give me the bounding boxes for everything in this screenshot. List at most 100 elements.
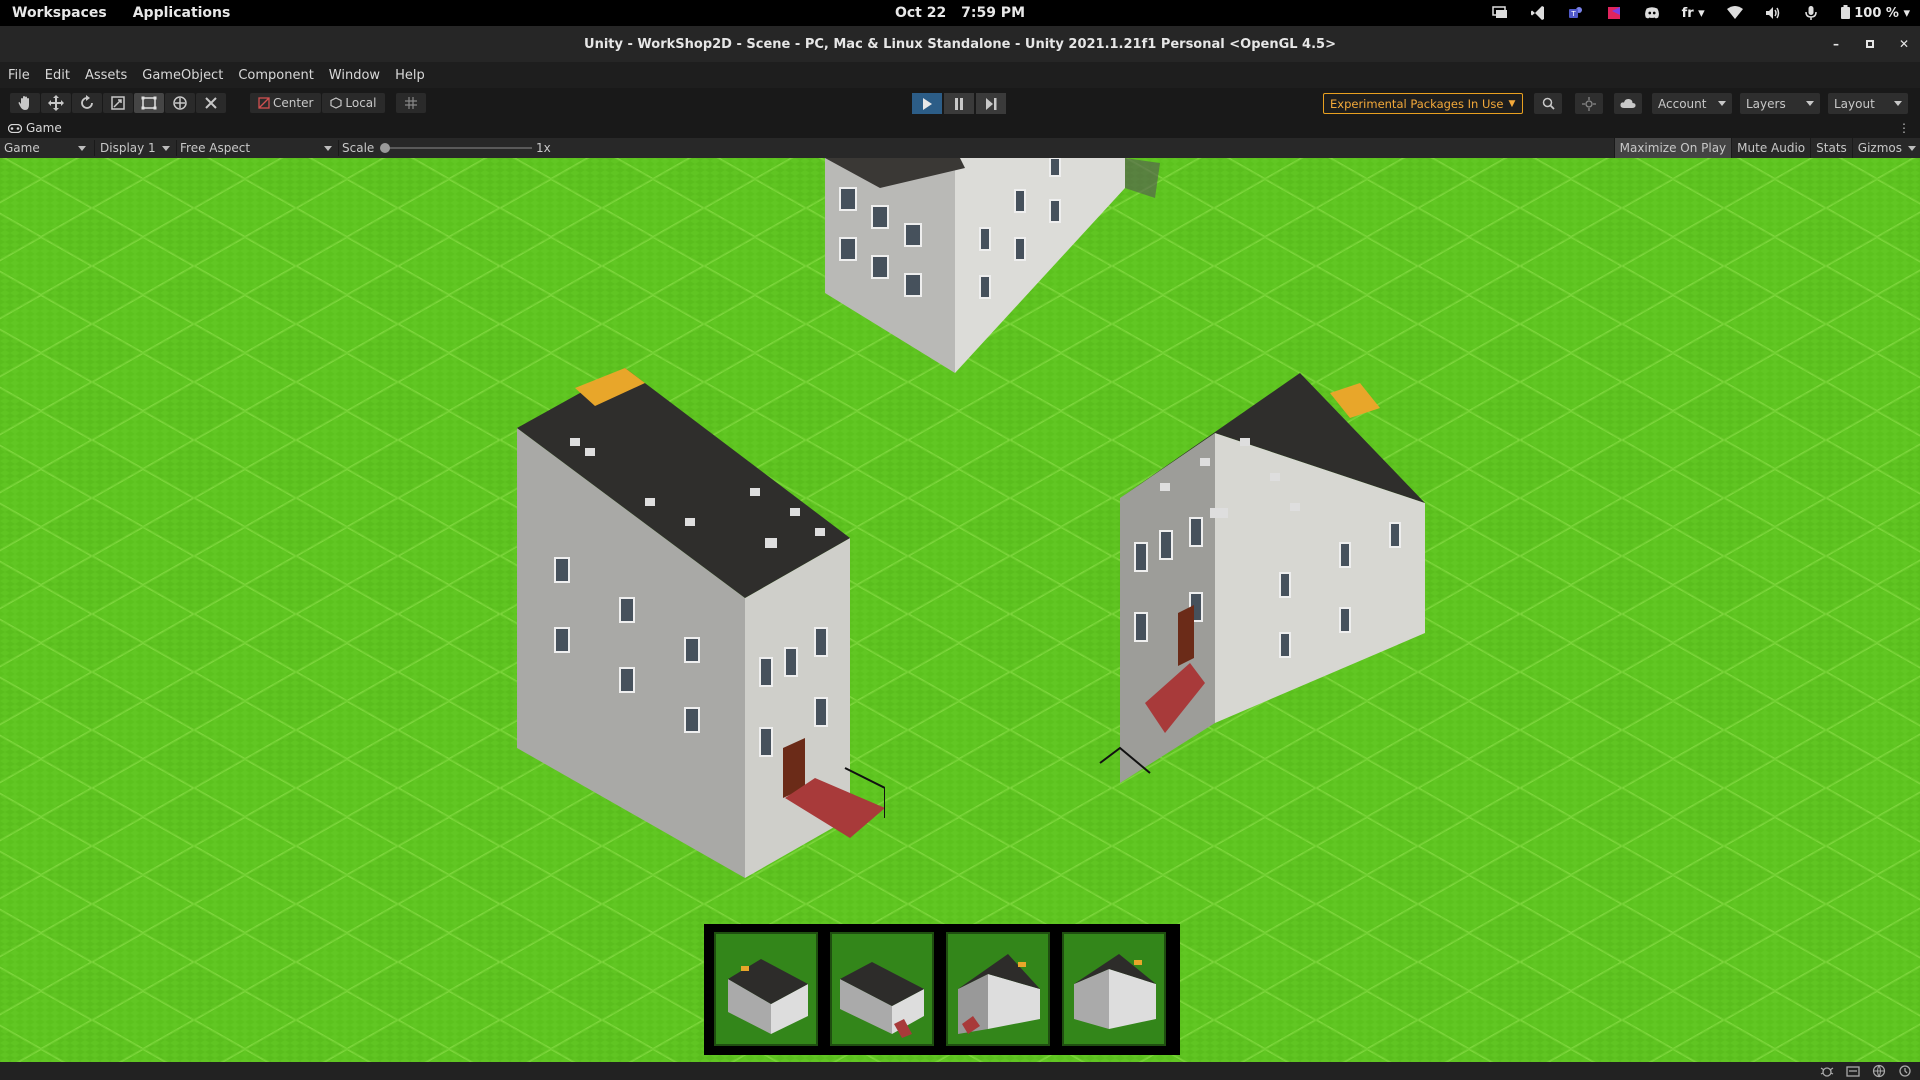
jetbrains-tray-icon[interactable] <box>1606 5 1622 21</box>
account-dropdown[interactable]: Account <box>1652 93 1732 114</box>
game-view-toggles: Maximize On Play Mute Audio Stats Gizmos <box>1613 138 1920 158</box>
building-right[interactable] <box>1090 283 1430 843</box>
display-label: Display 1 <box>100 141 156 155</box>
mute-audio-toggle[interactable]: Mute Audio <box>1731 138 1810 158</box>
battery-percent: 100 % <box>1854 6 1899 21</box>
maximize-icon[interactable] <box>1864 38 1876 50</box>
more-options-icon[interactable]: ⋮ <box>1898 121 1910 135</box>
chevron-down-icon <box>162 146 170 151</box>
building-selector-panel <box>704 924 1180 1055</box>
transform-tool-icon[interactable] <box>165 93 195 113</box>
building-slot-4[interactable] <box>1062 932 1166 1046</box>
scale-slider-thumb[interactable] <box>380 143 390 153</box>
scale-slider-track[interactable] <box>384 147 532 149</box>
building-thumbnail <box>1074 954 1156 1029</box>
vscode-tray-icon[interactable] <box>1530 5 1546 21</box>
menu-file[interactable]: File <box>8 68 30 83</box>
collab-icon <box>1582 96 1596 111</box>
building-slot-1[interactable] <box>714 932 818 1046</box>
os-date: Oct 22 <box>894 5 947 21</box>
account-label: Account <box>1658 96 1707 111</box>
teams-tray-icon[interactable]: T <box>1568 5 1584 21</box>
microphone-icon[interactable] <box>1803 5 1819 21</box>
battery-indicator[interactable]: 100 % ▾ <box>1840 5 1910 21</box>
menu-help[interactable]: Help <box>395 68 425 83</box>
os-top-bar: Workspaces Applications Oct 22 7:59 PM T… <box>0 0 1920 26</box>
workspaces-menu[interactable]: Workspaces <box>12 5 107 21</box>
experimental-packages-dropdown[interactable]: Experimental Packages In Use ▼ <box>1323 93 1523 114</box>
chevron-down-icon <box>1894 101 1902 106</box>
collab-button[interactable] <box>1575 93 1603 114</box>
pivot-center-label: Center <box>273 96 314 110</box>
cloud-icon <box>1620 98 1636 108</box>
move-tool-icon[interactable] <box>41 93 71 113</box>
game-view-toolbar: Game Display 1 Free Aspect Scale 1x Maxi… <box>0 138 1920 158</box>
building-thumbnail <box>958 954 1040 1034</box>
display-dropdown[interactable]: Display 1 <box>96 138 174 158</box>
main-toolbar: Center Local Experimental Packages In Us… <box>0 88 1920 118</box>
building-slot-3[interactable] <box>946 932 1050 1046</box>
chevron-down-icon: ▼ <box>1508 98 1516 109</box>
aspect-dropdown[interactable]: Free Aspect <box>176 138 336 158</box>
chevron-down-icon <box>1908 146 1916 151</box>
menu-window[interactable]: Window <box>329 68 380 83</box>
scale-value: 1x <box>536 141 551 155</box>
volume-icon[interactable] <box>1765 5 1781 21</box>
gizmos-toggle[interactable]: Gizmos <box>1851 138 1920 158</box>
rotate-tool-icon[interactable] <box>72 93 102 113</box>
stats-toggle[interactable]: Stats <box>1810 138 1852 158</box>
aspect-label: Free Aspect <box>180 141 251 155</box>
building-slot-2[interactable] <box>830 932 934 1046</box>
menu-bar: File Edit Assets GameObject Component Wi… <box>0 62 1920 88</box>
step-button[interactable] <box>976 93 1006 114</box>
scale-tool-icon[interactable] <box>103 93 133 113</box>
minimize-icon[interactable]: – <box>1830 37 1842 51</box>
menu-assets[interactable]: Assets <box>85 68 127 83</box>
custom-tool-icon[interactable] <box>196 93 226 113</box>
close-icon[interactable]: ✕ <box>1898 37 1910 51</box>
cloud-button[interactable] <box>1614 93 1642 114</box>
building-thumbnail <box>840 962 924 1038</box>
play-button[interactable] <box>912 93 942 114</box>
tab-game[interactable]: Game <box>8 121 62 135</box>
auto-refresh-icon[interactable] <box>1898 1064 1912 1078</box>
scale-control: Scale 1x <box>338 138 558 158</box>
wifi-icon[interactable] <box>1726 5 1743 21</box>
hand-tool-icon[interactable] <box>10 93 40 113</box>
rect-tool-icon[interactable] <box>134 93 164 113</box>
view-mode-label: Game <box>4 141 40 155</box>
svg-text:T: T <box>1570 10 1576 18</box>
layout-dropdown[interactable]: Layout <box>1828 93 1908 114</box>
search-button[interactable] <box>1534 93 1562 114</box>
view-mode-dropdown[interactable]: Game <box>0 138 90 158</box>
game-viewport[interactable] <box>0 158 1920 1062</box>
discord-tray-icon[interactable] <box>1644 5 1660 21</box>
pivot-toggles: Center Local <box>250 93 385 113</box>
building-thumbnail <box>728 959 808 1034</box>
menu-component[interactable]: Component <box>238 68 313 83</box>
keyboard-layout[interactable]: fr ▾ <box>1682 6 1705 21</box>
progress-icon[interactable] <box>1846 1064 1860 1078</box>
bug-icon[interactable] <box>1820 1064 1834 1078</box>
window-title-bar[interactable]: Unity - WorkShop2D - Scene - PC, Mac & L… <box>0 26 1920 62</box>
grid-snap-icon[interactable] <box>396 93 426 113</box>
maximize-on-play-toggle[interactable]: Maximize On Play <box>1613 138 1732 158</box>
layout-label: Layout <box>1834 96 1875 111</box>
experimental-packages-label: Experimental Packages In Use <box>1330 96 1504 111</box>
pivot-center-button[interactable]: Center <box>250 93 322 113</box>
building-left[interactable] <box>515 348 885 878</box>
layers-dropdown[interactable]: Layers <box>1740 93 1820 114</box>
chevron-down-icon <box>78 146 86 151</box>
screen-share-icon[interactable] <box>1491 5 1508 21</box>
transform-tools <box>10 93 226 113</box>
pause-button[interactable] <box>944 93 974 114</box>
menu-edit[interactable]: Edit <box>45 68 70 83</box>
pivot-local-button[interactable]: Local <box>322 93 385 113</box>
pivot-local-label: Local <box>345 96 377 110</box>
search-icon <box>1542 97 1555 110</box>
applications-menu[interactable]: Applications <box>133 5 231 21</box>
play-controls <box>912 93 1006 114</box>
menu-gameobject[interactable]: GameObject <box>142 68 223 83</box>
gamepad-icon <box>8 123 22 133</box>
network-icon[interactable] <box>1872 1064 1886 1078</box>
